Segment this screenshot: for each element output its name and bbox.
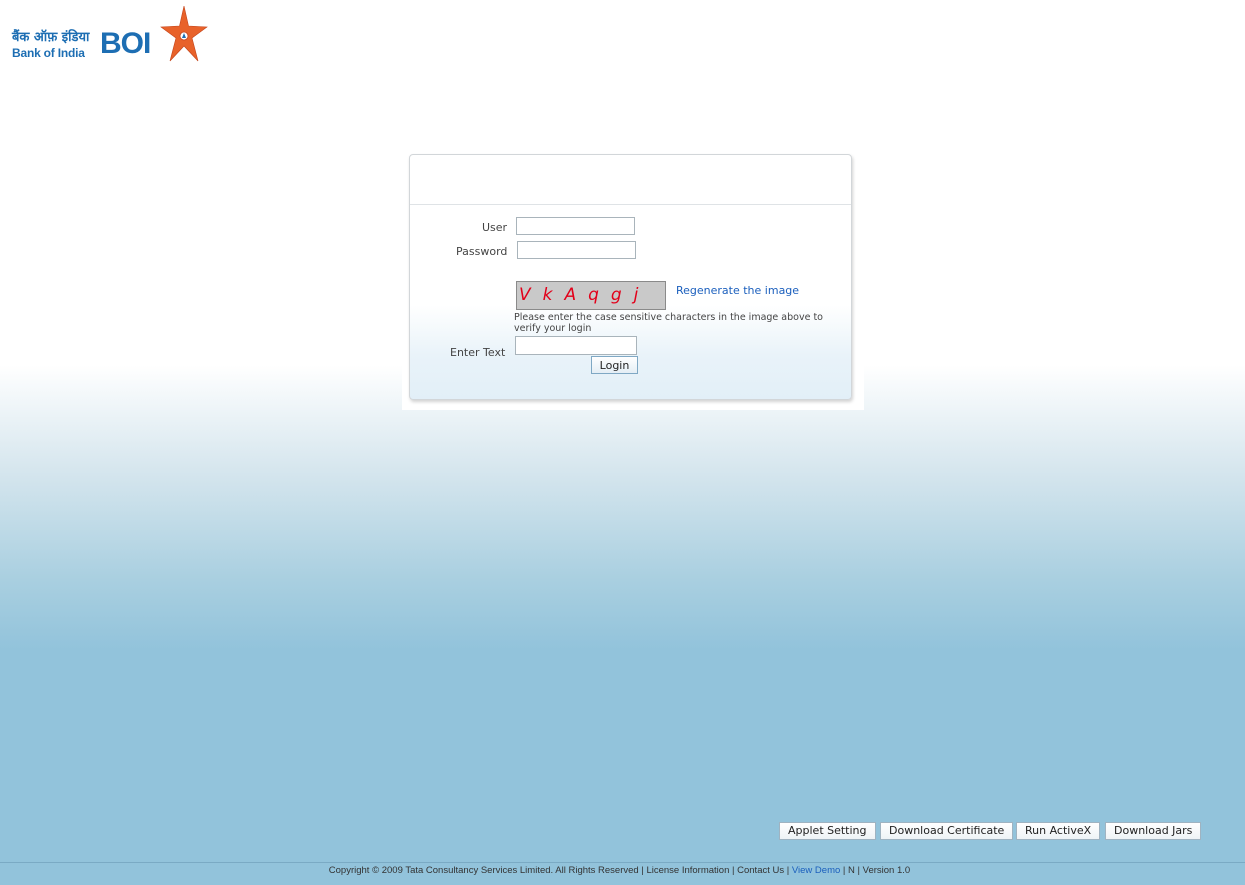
captcha-hint: Please enter the case sensitive characte… bbox=[514, 312, 823, 334]
enter-text-label: Enter Text bbox=[450, 346, 506, 359]
footer-separator: | bbox=[641, 865, 644, 876]
download-certificate-button[interactable]: Download Certificate bbox=[880, 822, 1014, 840]
login-panel: User Password VkAqgj Regenerate the imag… bbox=[409, 154, 852, 400]
password-input[interactable] bbox=[517, 241, 636, 259]
bank-of-india-logo: बैंक ऑफ़ इंडिया Bank of India BOI bbox=[10, 6, 210, 64]
copyright-text: Copyright © 2009 Tata Consultancy Servic… bbox=[328, 865, 639, 876]
footer-n: N bbox=[848, 865, 855, 876]
footer-separator: | bbox=[857, 865, 861, 876]
version-text: Version 1.0 bbox=[862, 865, 911, 876]
logo-english-text: Bank of India bbox=[12, 46, 85, 60]
captcha-text: VkAqgj bbox=[519, 285, 651, 305]
footer: Copyright © 2009 Tata Consultancy Servic… bbox=[0, 865, 1245, 876]
footer-separator: | bbox=[842, 865, 846, 876]
user-label: User bbox=[482, 221, 508, 234]
logo-abbrev: BOI bbox=[100, 27, 151, 60]
password-label: Password bbox=[456, 245, 508, 258]
footer-separator: | bbox=[786, 865, 790, 876]
logo-hindi-text: बैंक ऑफ़ इंडिया bbox=[12, 30, 90, 45]
applet-setting-button[interactable]: Applet Setting bbox=[779, 822, 876, 840]
footer-separator: | bbox=[732, 865, 735, 876]
run-activex-button[interactable]: Run ActiveX bbox=[1016, 822, 1101, 840]
footer-divider bbox=[0, 862, 1245, 863]
view-demo-link[interactable]: View Demo bbox=[792, 865, 840, 876]
captcha-image: VkAqgj bbox=[516, 281, 666, 310]
captcha-input[interactable] bbox=[515, 336, 637, 355]
contact-us-link[interactable]: Contact Us bbox=[737, 865, 784, 876]
login-button[interactable]: Login bbox=[591, 356, 638, 374]
license-information-link[interactable]: License Information bbox=[646, 865, 729, 876]
star-logo-icon bbox=[160, 6, 208, 62]
regenerate-image-link[interactable]: Regenerate the image bbox=[676, 284, 799, 297]
download-jars-button[interactable]: Download Jars bbox=[1105, 822, 1202, 840]
user-input[interactable] bbox=[516, 217, 635, 235]
panel-header-divider bbox=[410, 204, 851, 205]
